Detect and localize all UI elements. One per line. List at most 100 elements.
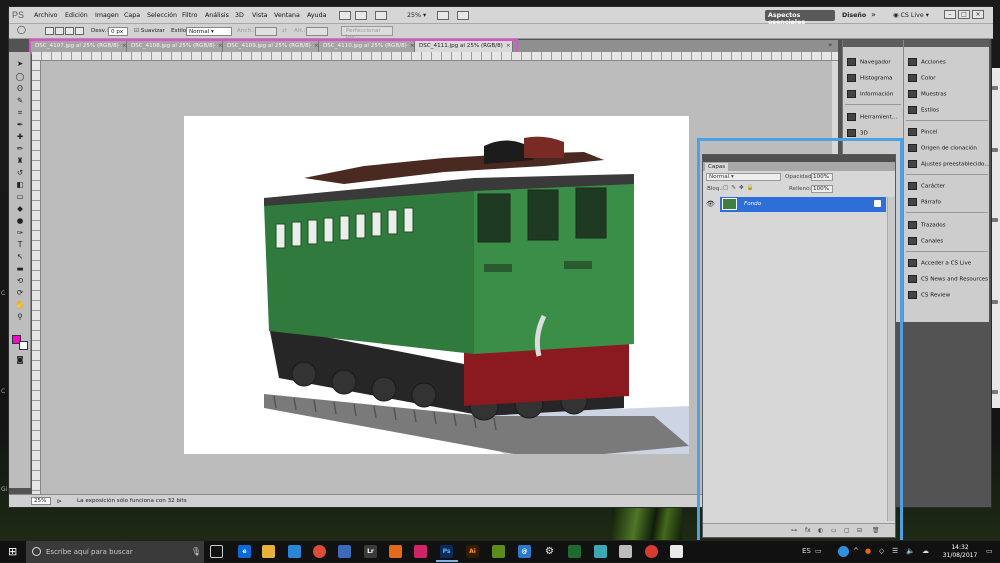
taskbar-clock[interactable]: 14:32 31/08/2017 <box>940 544 980 560</box>
launch-bridge-icon[interactable] <box>339 11 351 20</box>
panel-caracter[interactable]: Carácter <box>908 182 945 190</box>
vertical-ruler[interactable] <box>32 61 41 494</box>
panel-color[interactable]: Color <box>908 74 936 82</box>
panel-navegador[interactable]: Navegador <box>847 58 891 66</box>
minimize-button[interactable]: – <box>944 10 956 19</box>
zoom-level-dropdown[interactable]: 25% ▾ <box>407 12 426 19</box>
indesign-icon[interactable] <box>414 545 427 558</box>
illustrator-icon[interactable] <box>389 545 402 558</box>
background-color-swatch[interactable] <box>19 341 28 350</box>
screen-mode-icon[interactable] <box>457 11 469 20</box>
app-icon[interactable] <box>338 545 351 558</box>
panel-estilos[interactable]: Estilos <box>908 106 939 114</box>
menu-capa[interactable]: Capa <box>124 12 140 19</box>
keyboard-icon[interactable]: ▭ <box>815 547 822 555</box>
dock-column-1-header[interactable] <box>843 40 903 47</box>
height-input[interactable] <box>306 27 328 36</box>
path-select-icon[interactable]: ↖ <box>12 251 28 262</box>
edge-browser-icon[interactable]: e <box>238 545 251 558</box>
store-icon[interactable] <box>288 545 301 558</box>
panel-3d[interactable]: 3D <box>847 129 868 137</box>
dodge-tool-icon[interactable]: ● <box>12 215 28 226</box>
panel-cs-review[interactable]: CS Review <box>908 291 950 299</box>
language-indicator[interactable]: ES <box>802 547 811 555</box>
status-info-icon[interactable]: ⊳ <box>57 498 62 505</box>
clone-stamp-icon[interactable]: ♜ <box>12 155 28 166</box>
settings-gear-icon[interactable]: ⚙ <box>543 545 556 558</box>
panel-acciones[interactable]: Acciones <box>908 58 946 66</box>
quick-select-tool-icon[interactable]: ✎ <box>12 95 28 106</box>
panel-informacion[interactable]: Información <box>847 90 893 98</box>
zoom-tool-icon[interactable]: ⚲ <box>12 311 28 322</box>
panel-muestras[interactable]: Muestras <box>908 90 947 98</box>
panel-histograma[interactable]: Histograma <box>847 74 892 82</box>
notifications-icon[interactable]: ▭ <box>986 547 993 555</box>
tray-app-icon[interactable]: ◇ <box>879 547 884 555</box>
cs-live-button[interactable]: ◉ CS Live ▾ <box>893 12 929 19</box>
gradient-tool-icon[interactable]: ▭ <box>12 191 28 202</box>
volume-icon[interactable]: 🔈 <box>906 547 915 555</box>
type-tool-icon[interactable]: T <box>12 239 28 250</box>
firefox-tray-icon[interactable]: ● <box>865 547 871 555</box>
dock-column-2-header[interactable] <box>904 40 989 47</box>
width-input[interactable] <box>255 27 277 36</box>
swap-icon[interactable]: ⇄ <box>282 28 287 34</box>
menu-vista[interactable]: Vista <box>252 12 268 19</box>
intersect-selection-icon[interactable] <box>75 27 84 35</box>
file-explorer-icon[interactable] <box>262 545 275 558</box>
green-game-icon[interactable] <box>568 545 581 558</box>
panel-pincel[interactable]: Pincel <box>908 128 937 136</box>
blur-tool-icon[interactable]: ◆ <box>12 203 28 214</box>
extras-icon[interactable] <box>375 11 387 20</box>
menu-ayuda[interactable]: Ayuda <box>307 12 326 19</box>
panel-ajustes-preestablecidos[interactable]: Ajustes preestablecido... <box>908 160 990 168</box>
menu-analisis[interactable]: Análisis <box>205 12 229 19</box>
panel-cs-live[interactable]: Acceder a CS Live <box>908 259 971 267</box>
pen-tool-icon[interactable]: ✑ <box>12 227 28 238</box>
panel-parrafo[interactable]: Párrafo <box>908 198 941 206</box>
menu-seleccion[interactable]: Selección <box>147 12 177 19</box>
close-button[interactable]: × <box>972 10 984 19</box>
style-select[interactable]: Normal ▾ <box>186 27 232 36</box>
panel-trazados[interactable]: Trazados <box>908 221 946 229</box>
quick-mask-icon[interactable]: ◙ <box>12 354 28 365</box>
menu-3d[interactable]: 3D <box>235 12 244 19</box>
taskbar-search-box[interactable]: Escribe aquí para buscar 🎙 <box>26 541 204 563</box>
workspace-more-button[interactable]: » <box>871 10 876 19</box>
panel-canales[interactable]: Canales <box>908 237 943 245</box>
panel-herramientas[interactable]: Herramient... <box>847 113 897 121</box>
menu-edicion[interactable]: Edición <box>65 12 88 19</box>
windows-start-icon[interactable]: ⊞ <box>8 546 20 558</box>
car-app-icon[interactable] <box>619 545 632 558</box>
shape-tool-icon[interactable]: ▬ <box>12 263 28 274</box>
green-app-icon[interactable] <box>492 545 505 558</box>
help-tray-icon[interactable] <box>838 546 849 557</box>
3d-orbit-icon[interactable]: ⟳ <box>12 287 28 298</box>
chrome-icon[interactable] <box>313 545 326 558</box>
lasso-tool-icon[interactable]: ʘ <box>12 83 28 94</box>
horizontal-ruler[interactable] <box>32 52 838 61</box>
network-icon[interactable]: ☰ <box>892 547 898 555</box>
subtract-selection-icon[interactable] <box>65 27 74 35</box>
hand-tool-icon[interactable]: ✋ <box>12 299 28 310</box>
mail-icon[interactable]: @ <box>518 545 531 558</box>
maximize-button[interactable]: □ <box>958 10 970 19</box>
menu-filtro[interactable]: Filtro <box>182 12 197 19</box>
tray-arrow-icon[interactable]: ^ <box>853 547 859 555</box>
panel-origen-clonacion[interactable]: Origen de clonación <box>908 144 977 152</box>
teal-app-icon[interactable] <box>594 545 607 558</box>
crop-tool-icon[interactable]: ⌗ <box>12 107 28 118</box>
history-brush-icon[interactable]: ↺ <box>12 167 28 178</box>
eyedropper-tool-icon[interactable]: ✒ <box>12 119 28 130</box>
document-canvas[interactable] <box>184 116 689 454</box>
move-tool-icon[interactable]: ➤ <box>12 58 28 69</box>
lightroom-icon[interactable]: Lr <box>364 545 377 558</box>
add-selection-icon[interactable] <box>55 27 64 35</box>
photoshop-taskbar-icon[interactable]: Ps <box>440 545 453 558</box>
new-selection-icon[interactable] <box>45 27 54 35</box>
arrange-documents-icon[interactable] <box>437 11 449 20</box>
menu-imagen[interactable]: Imagen <box>95 12 119 19</box>
eraser-tool-icon[interactable]: ◧ <box>12 179 28 190</box>
microphone-icon[interactable]: 🎙 <box>191 547 201 556</box>
workspace-design-button[interactable]: Diseño <box>842 12 866 19</box>
